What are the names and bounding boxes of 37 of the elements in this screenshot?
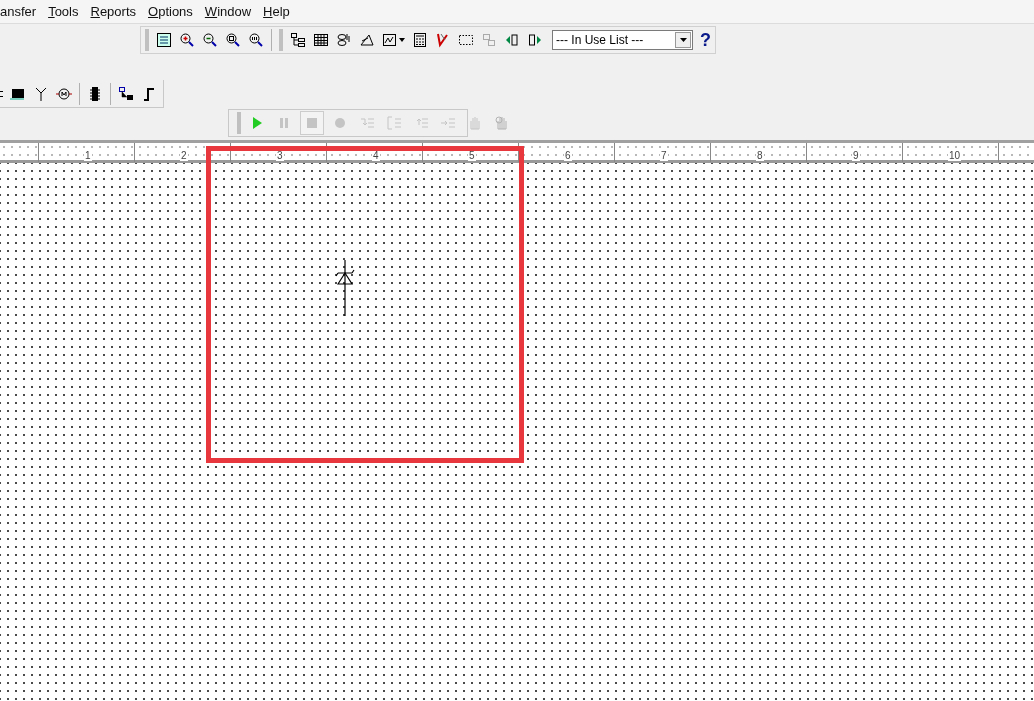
ruler-label: 5: [468, 151, 476, 161]
grid-icon[interactable]: [312, 32, 329, 48]
ruler-label: 8: [756, 151, 764, 161]
antenna-icon[interactable]: [33, 85, 49, 102]
zoom-out-icon[interactable]: [202, 32, 218, 48]
ruler-label: 10: [948, 151, 962, 161]
graph-icon[interactable]: [381, 32, 398, 48]
help-button[interactable]: ?: [700, 31, 711, 49]
menu-item[interactable]: Options: [142, 1, 199, 22]
ruler-label: 1: [84, 151, 92, 161]
selection-icon[interactable]: [457, 32, 474, 48]
menu-item[interactable]: Window: [198, 1, 258, 22]
page-icon[interactable]: [156, 32, 172, 48]
motor-icon[interactable]: [56, 85, 72, 102]
caret-icon[interactable]: [398, 38, 405, 42]
ruler-label: 6: [564, 151, 572, 161]
menu-item[interactable]: Reports: [84, 1, 143, 22]
in-use-list-dropdown[interactable]: --- In Use List ---: [551, 30, 693, 50]
zener-diode-symbol: [336, 260, 356, 316]
ruler-label: 4: [372, 151, 380, 161]
hierarchy-block-icon[interactable]: [118, 85, 134, 102]
ruler-label: 9: [852, 151, 860, 161]
zoom-fit-icon[interactable]: [248, 32, 264, 48]
step-signal-icon[interactable]: [141, 85, 157, 102]
zoom-in-icon[interactable]: [179, 32, 195, 48]
check-icon[interactable]: [434, 32, 451, 48]
ruler-label: 7: [660, 151, 668, 161]
ruler-label: 2: [180, 151, 188, 161]
hierarchy-icon[interactable]: [289, 32, 306, 48]
ruler-label: 3: [276, 151, 284, 161]
menu-item[interactable]: Tools: [42, 1, 85, 22]
forward-arrow-icon[interactable]: [526, 32, 543, 48]
menu-item[interactable]: Help: [257, 1, 296, 22]
calculator-icon[interactable]: [411, 32, 428, 48]
menu-item[interactable]: ansfer: [0, 1, 43, 22]
zoom-area-icon[interactable]: [225, 32, 241, 48]
chip-icon[interactable]: [87, 85, 103, 102]
